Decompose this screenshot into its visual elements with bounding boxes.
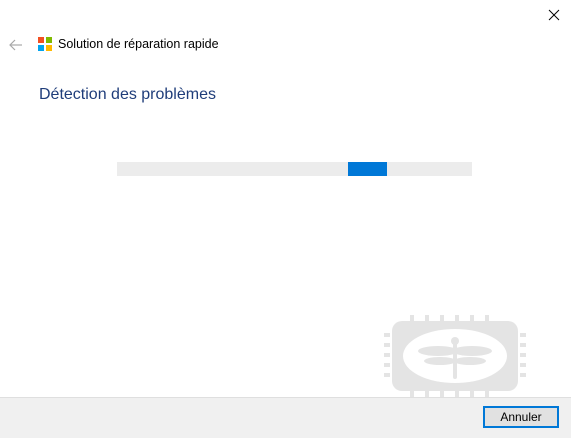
close-button[interactable] bbox=[540, 4, 568, 26]
window-title: Solution de réparation rapide bbox=[58, 37, 219, 51]
windows-logo-icon bbox=[38, 37, 52, 51]
close-icon bbox=[548, 9, 560, 21]
progress-bar bbox=[117, 162, 472, 176]
cancel-button[interactable]: Annuler bbox=[483, 406, 559, 428]
watermark-logo-icon bbox=[384, 315, 526, 397]
logo-square-yellow bbox=[46, 45, 52, 51]
logo-square-green bbox=[46, 37, 52, 43]
progress-indicator bbox=[348, 162, 387, 176]
back-button[interactable] bbox=[6, 36, 26, 54]
page-title: Détection des problèmes bbox=[39, 86, 216, 103]
back-arrow-icon bbox=[9, 39, 22, 51]
logo-square-red bbox=[38, 37, 44, 43]
logo-square-blue bbox=[38, 45, 44, 51]
